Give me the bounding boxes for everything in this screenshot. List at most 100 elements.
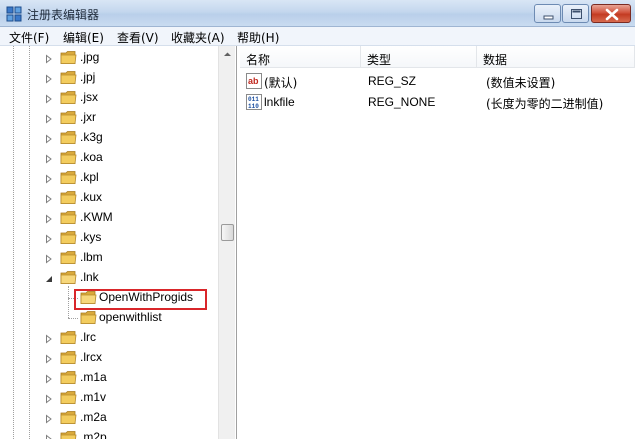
folder-icon <box>60 70 77 85</box>
expand-arrow-icon[interactable] <box>44 93 54 104</box>
folder-icon <box>60 50 77 65</box>
title-bar: 注册表编辑器 <box>0 0 635 27</box>
close-icon <box>605 8 619 21</box>
tree-item-label: .m1v <box>80 390 107 404</box>
tree-item[interactable]: .m2p <box>0 428 220 439</box>
binary-value-icon: 011 110 <box>246 94 262 110</box>
tree-item[interactable]: .m1v <box>0 388 220 408</box>
tree-item-label: .lrc <box>80 330 96 344</box>
maximize-button[interactable] <box>562 4 589 23</box>
collapse-arrow-icon[interactable] <box>44 273 54 283</box>
tree-item-label: .lbm <box>80 250 103 264</box>
tree-item[interactable]: .kpl <box>0 168 220 188</box>
svg-text:ab: ab <box>248 76 259 86</box>
folder-icon <box>60 250 77 265</box>
minimize-button[interactable] <box>534 4 561 23</box>
menu-bar: 文件(F) 编辑(E) 查看(V) 收藏夹(A) 帮助(H) <box>0 27 635 46</box>
values-list[interactable]: 名称 类型 数据 ab (默认) REG_SZ (数值未设置) 011 110 … <box>240 46 635 439</box>
registry-tree[interactable]: .jpg .jpj .jsx .jxr .k3g .koa .kpl .kux … <box>0 46 237 439</box>
tree-item[interactable]: .koa <box>0 148 220 168</box>
tree-item[interactable]: .kys <box>0 228 220 248</box>
tree-item[interactable]: .jsx <box>0 88 220 108</box>
expand-arrow-icon[interactable] <box>44 173 54 184</box>
column-header-type-label: 类型 <box>367 53 392 67</box>
tree-item-label: .jpj <box>80 70 96 84</box>
menu-view[interactable]: 查看(V) <box>117 29 159 46</box>
tree-item-label: .jxr <box>80 110 96 124</box>
menu-file[interactable]: 文件(F) <box>9 29 49 46</box>
expand-arrow-icon[interactable] <box>44 433 54 439</box>
tree-item[interactable]: .kux <box>0 188 220 208</box>
folder-icon <box>60 210 77 225</box>
value-row[interactable]: 011 110 lnkfile REG_NONE (长度为零的二进制值) <box>240 92 635 112</box>
selection-highlight <box>74 289 207 310</box>
expand-arrow-icon[interactable] <box>44 193 54 204</box>
expand-arrow-icon[interactable] <box>44 53 54 64</box>
value-data: (长度为零的二进制值) <box>486 97 604 111</box>
value-row[interactable]: ab (默认) REG_SZ (数值未设置) <box>240 71 635 91</box>
tree-item[interactable]: .KWM <box>0 208 220 228</box>
folder-icon <box>60 270 77 285</box>
expand-arrow-icon[interactable] <box>44 373 54 384</box>
tree-item[interactable]: openwithlist <box>0 308 220 328</box>
scroll-up-icon[interactable] <box>219 46 236 63</box>
menu-favorites[interactable]: 收藏夹(A) <box>171 29 225 46</box>
scroll-thumb[interactable] <box>221 224 234 241</box>
folder-icon <box>60 330 77 345</box>
tree-item[interactable]: .jpj <box>0 68 220 88</box>
tree-item-label: .k3g <box>80 130 103 144</box>
folder-icon <box>60 230 77 245</box>
column-header-name[interactable]: 名称 <box>240 46 361 68</box>
folder-icon <box>80 310 97 325</box>
tree-item[interactable]: .jpg <box>0 48 220 68</box>
maximize-icon <box>571 9 582 19</box>
expand-arrow-icon[interactable] <box>44 73 54 84</box>
value-type: REG_SZ <box>368 74 417 88</box>
column-header-data[interactable]: 数据 <box>477 46 635 68</box>
tree-item-label: .jpg <box>80 50 100 64</box>
menu-help[interactable]: 帮助(H) <box>237 29 279 46</box>
column-header-type[interactable]: 类型 <box>361 46 477 68</box>
tree-item[interactable]: .lrc <box>0 328 220 348</box>
expand-arrow-icon[interactable] <box>44 353 54 364</box>
expand-arrow-icon[interactable] <box>44 133 54 144</box>
expand-arrow-icon[interactable] <box>44 413 54 424</box>
window-title: 注册表编辑器 <box>27 8 100 22</box>
tree-item-label: .kys <box>80 230 102 244</box>
expand-arrow-icon[interactable] <box>44 213 54 224</box>
value-name: lnkfile <box>264 95 295 109</box>
tree-item-label: openwithlist <box>99 310 162 324</box>
close-button[interactable] <box>591 4 631 23</box>
tree-item-label: .KWM <box>80 210 113 224</box>
column-header-name-label: 名称 <box>246 53 271 67</box>
tree-item[interactable]: .m1a <box>0 368 220 388</box>
expand-arrow-icon[interactable] <box>44 113 54 124</box>
tree-vertical-scrollbar[interactable] <box>218 46 235 439</box>
folder-icon <box>60 370 77 385</box>
registry-editor-icon <box>6 6 22 22</box>
folder-icon <box>60 410 77 425</box>
value-type: REG_NONE <box>368 95 436 109</box>
expand-arrow-icon[interactable] <box>44 253 54 264</box>
tree-item[interactable]: .lbm <box>0 248 220 268</box>
expand-arrow-icon[interactable] <box>44 393 54 404</box>
svg-text:011: 011 <box>248 96 259 103</box>
minimize-icon <box>543 15 554 20</box>
string-value-icon: ab <box>246 73 262 89</box>
tree-item-label: .kpl <box>80 170 99 184</box>
expand-arrow-icon[interactable] <box>44 333 54 344</box>
tree-item[interactable]: .jxr <box>0 108 220 128</box>
tree-item-label: .m2a <box>80 410 107 424</box>
tree-item[interactable]: .k3g <box>0 128 220 148</box>
tree-item[interactable]: .lrcx <box>0 348 220 368</box>
value-data: (数值未设置) <box>486 76 556 90</box>
folder-icon <box>60 170 77 185</box>
tree-item[interactable]: .lnk <box>0 268 220 288</box>
expand-arrow-icon[interactable] <box>44 153 54 164</box>
menu-edit[interactable]: 编辑(E) <box>63 29 104 46</box>
folder-icon <box>60 130 77 145</box>
expand-arrow-icon[interactable] <box>44 233 54 244</box>
tree-item-label: .m2p <box>80 430 107 439</box>
tree-item-label: .koa <box>80 150 103 164</box>
tree-item[interactable]: .m2a <box>0 408 220 428</box>
